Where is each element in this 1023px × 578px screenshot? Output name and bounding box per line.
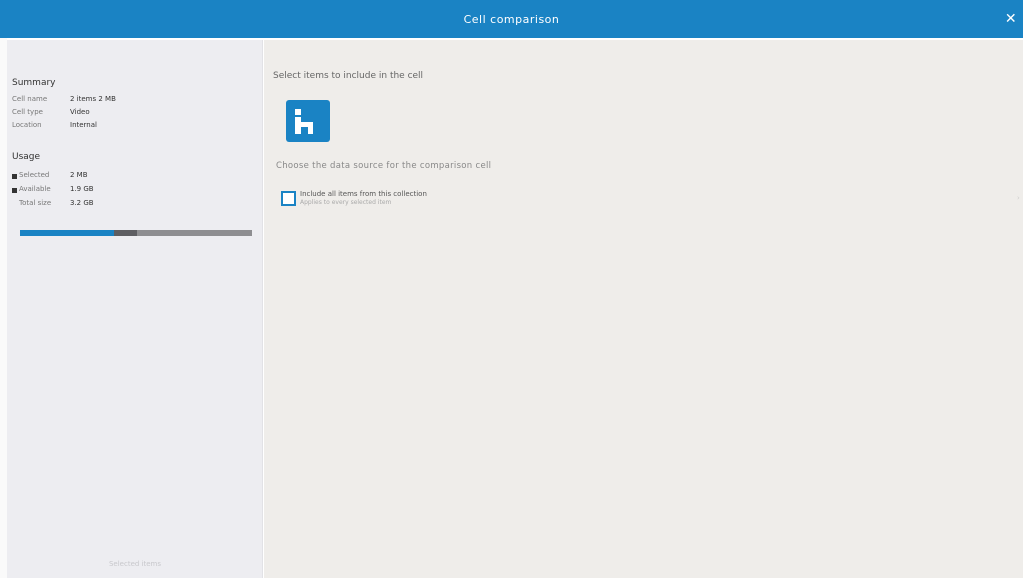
title-bar: Cell comparison ✕ [0,0,1023,38]
include-all-checkbox[interactable] [281,191,296,206]
sidebar: Summary Cell name 2 items 2 MB Cell type… [7,40,263,578]
usage-row: Available 1.9 GB [12,185,242,196]
usage-progress-bar [20,230,252,236]
usage-row-value: 1.9 GB [70,185,94,193]
window-edge [0,38,7,578]
close-icon[interactable]: ✕ [1003,11,1019,27]
legend-swatch [12,174,17,179]
window-title: Cell comparison [463,12,560,26]
usage-row-value: 2 MB [70,171,88,179]
usage-progress-used [20,230,114,236]
cell-app-icon [286,100,330,142]
scroll-indicator[interactable]: › [1017,194,1021,202]
usage-row-label: Total size [19,199,52,207]
summary-row-label: Cell type [12,108,43,116]
page-heading: Select items to include in the cell [273,71,424,81]
summary-row-label: Location [12,121,42,129]
include-all-label: Include all items from this collection [300,190,427,198]
legend-swatch [12,188,17,193]
summary-row-value: Internal [70,121,97,129]
usage-row-label: Available [19,185,51,193]
usage-row-value: 3.2 GB [70,199,94,207]
usage-row: Total size 3.2 GB [12,199,242,210]
summary-title: Summary [12,78,56,88]
description-text: Choose the data source for the compariso… [276,161,492,171]
main-panel: Select items to include in the cell Choo… [264,40,1023,578]
summary-row: Location Internal [12,121,242,132]
usage-title: Usage [12,152,41,162]
usage-row: Selected 2 MB [12,171,242,182]
include-all-sublabel: Applies to every selected item [300,199,392,206]
include-all-option[interactable]: Include all items from this collection A… [281,190,1021,210]
summary-row: Cell type Video [12,108,242,119]
sidebar-footer: Selected items [108,560,162,568]
summary-row: Cell name 2 items 2 MB [12,95,242,106]
usage-row-label: Selected [19,171,50,179]
summary-row-value: Video [70,108,90,116]
summary-row-value: 2 items 2 MB [70,95,116,103]
usage-progress-other [113,230,138,236]
summary-row-label: Cell name [12,95,48,103]
